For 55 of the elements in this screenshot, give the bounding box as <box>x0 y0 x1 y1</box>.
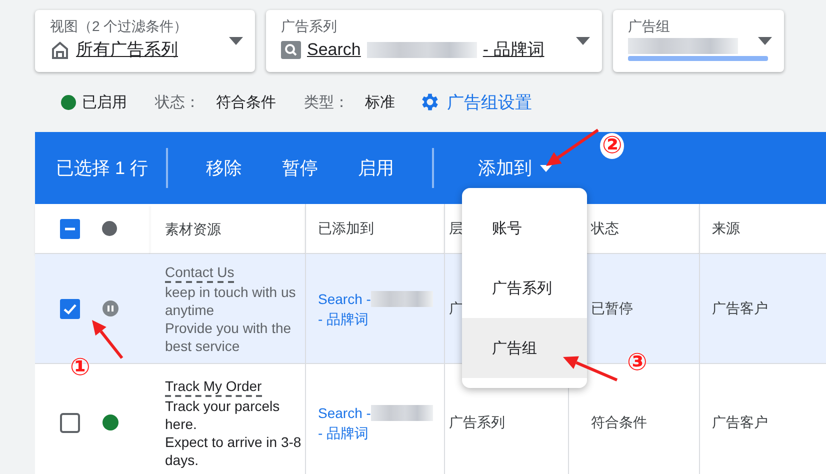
filter-label: 广告系列 <box>281 18 337 36</box>
action-button[interactable]: 启用 <box>338 148 414 188</box>
annotation-arrow <box>563 356 618 382</box>
add-to-button[interactable]: 添加到 <box>458 148 572 188</box>
caret-icon[interactable] <box>758 37 772 45</box>
field-label: 类型： <box>304 92 349 112</box>
filter-value[interactable]: - 品牌词 <box>482 38 544 61</box>
annotation-arrow <box>92 320 124 359</box>
action-button[interactable]: 移除 <box>186 148 262 188</box>
menu-item[interactable]: 广告系列 <box>462 258 587 318</box>
campaign-link[interactable]: Search - <box>318 290 371 306</box>
status-text: 已启用 <box>82 92 127 112</box>
filter-label: 视图（2 个过滤条件） <box>50 18 188 36</box>
asset-description: Track your parcels here. <box>165 396 281 432</box>
menu-item[interactable]: 广告组 <box>462 318 587 378</box>
checkbox[interactable] <box>60 218 80 238</box>
column-header: 状态 <box>591 220 619 238</box>
table-cell: 广告客户 <box>712 300 768 318</box>
search-icon <box>281 40 301 58</box>
caret-icon <box>540 164 552 172</box>
column-header: 已添加到 <box>318 220 374 238</box>
field-value: 符合条件 <box>216 92 276 112</box>
column-header: 来源 <box>712 220 740 238</box>
field-label: 状态： <box>155 92 200 112</box>
settings-link[interactable]: 广告组设置 <box>447 90 532 114</box>
table-cell: 广 <box>449 300 463 318</box>
campaign-link[interactable]: - 品牌词 <box>318 424 369 440</box>
asset-title[interactable]: Contact Us <box>165 262 234 282</box>
redacted-block <box>370 404 433 420</box>
action-button[interactable]: 暂停 <box>262 148 338 188</box>
asset-title[interactable]: Track My Order <box>165 376 262 396</box>
campaign-link[interactable]: - 品牌词 <box>318 310 369 326</box>
annotation-arrow <box>546 128 599 166</box>
caret-icon[interactable] <box>576 37 590 45</box>
selection-count: 已选择 1 行 <box>56 157 148 180</box>
table-cell: 广告系列 <box>449 414 505 432</box>
column-header: 素材资源 <box>165 220 221 238</box>
campaign-link[interactable]: Search - <box>318 404 371 420</box>
table-cell: 已暂停 <box>591 300 633 318</box>
checkbox[interactable] <box>60 298 80 318</box>
asset-description: Provide you with the best service <box>165 318 292 354</box>
field-value: 标准 <box>365 92 395 112</box>
home-icon <box>50 40 70 60</box>
redacted-block <box>370 290 433 306</box>
asset-description: keep in touch with us anytime <box>165 282 297 318</box>
column-header: 层 <box>449 220 463 238</box>
filter-value[interactable]: 所有广告系列 <box>76 38 178 61</box>
caret-icon[interactable] <box>229 37 243 45</box>
filter-label: 广告组 <box>628 18 670 36</box>
table-cell: 广告客户 <box>712 414 768 432</box>
checkbox[interactable] <box>60 412 80 432</box>
status-dot <box>102 221 117 236</box>
filter-value[interactable]: Search <box>307 40 361 60</box>
table-cell: 符合条件 <box>591 414 647 432</box>
asset-description: Expect to arrive in 3-8 days. <box>165 432 302 468</box>
